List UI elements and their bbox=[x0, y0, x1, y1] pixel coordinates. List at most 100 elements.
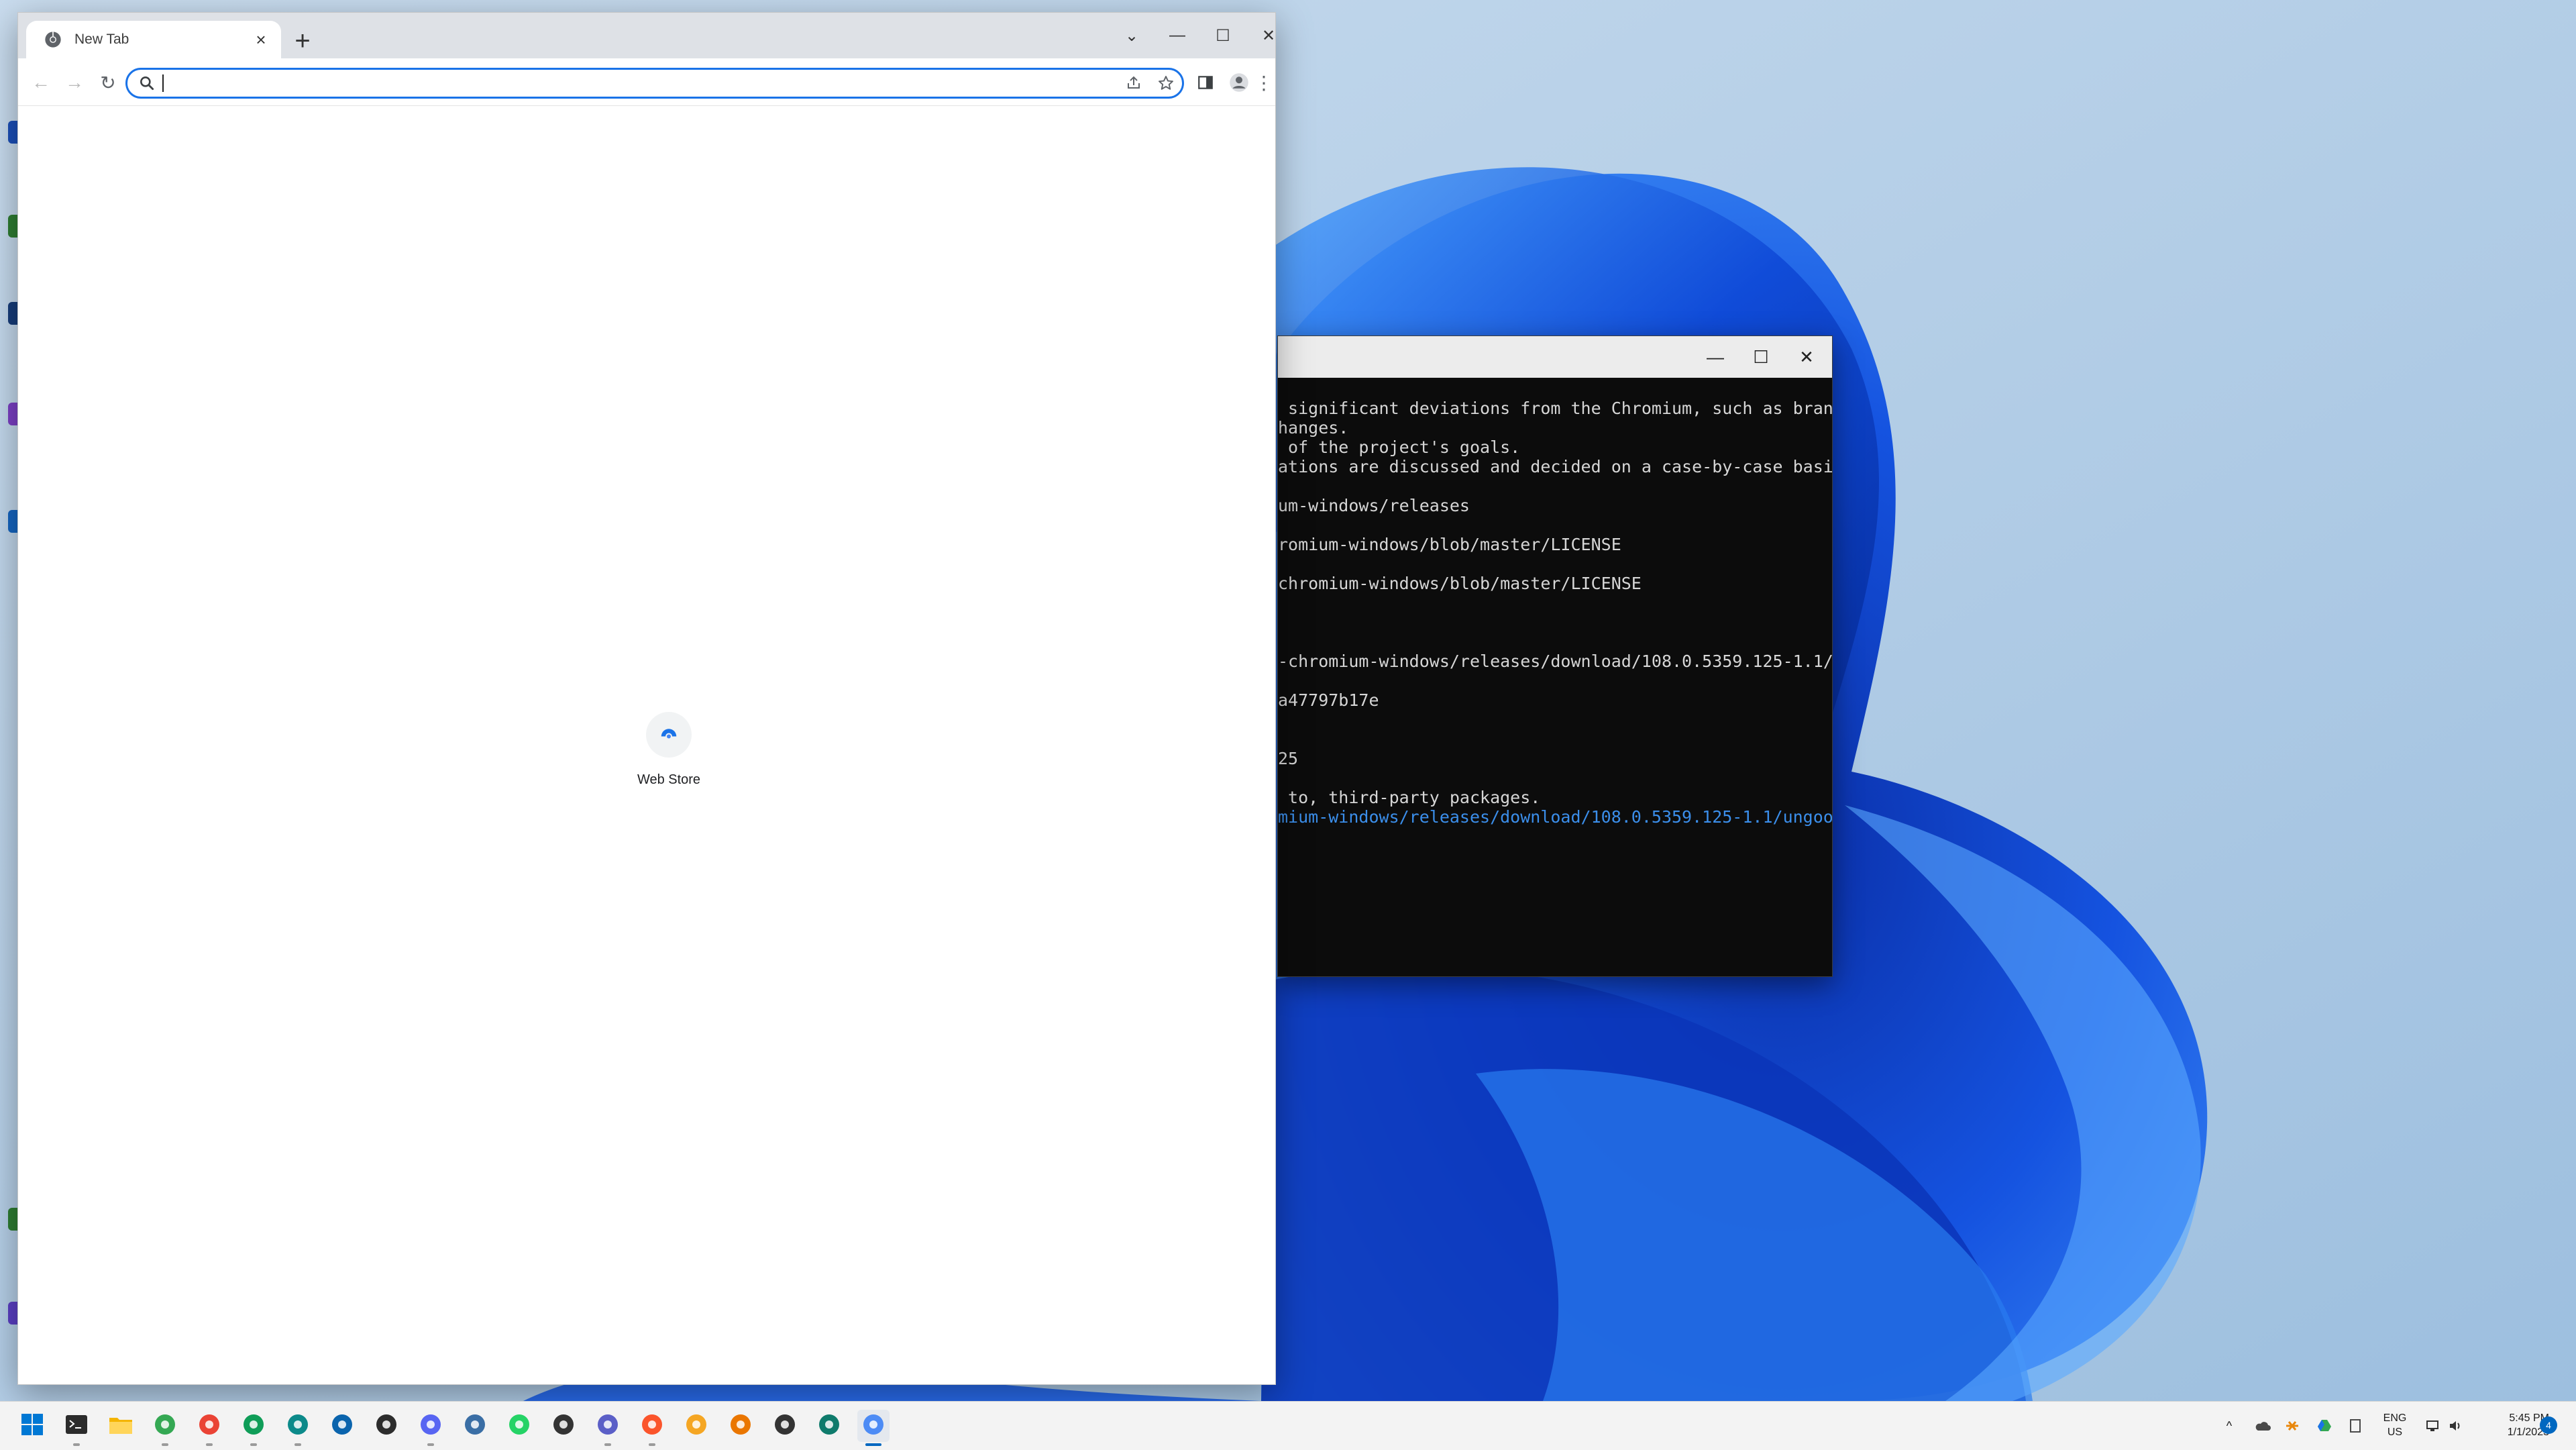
chrome-beta-icon bbox=[198, 1413, 221, 1439]
menu-button[interactable]: ⋮ bbox=[1254, 65, 1274, 100]
start-icon bbox=[21, 1413, 44, 1439]
edge-dev-icon bbox=[818, 1413, 841, 1439]
close-button[interactable]: ✕ bbox=[1246, 13, 1291, 58]
taskbar-brave-button[interactable] bbox=[636, 1410, 668, 1446]
minimize-button[interactable]: — bbox=[1155, 13, 1200, 58]
tab-new-tab[interactable]: New Tab × bbox=[26, 21, 281, 58]
taskbar-chromium-button[interactable] bbox=[857, 1410, 890, 1446]
taskbar-file-explorer-button[interactable] bbox=[105, 1410, 137, 1442]
maximize-button[interactable]: ☐ bbox=[1738, 336, 1784, 378]
back-button[interactable]: ← bbox=[23, 65, 58, 100]
mail-icon bbox=[331, 1413, 354, 1439]
language-indicator[interactable]: ENG US bbox=[2375, 1411, 2415, 1439]
address-input[interactable] bbox=[166, 73, 1118, 93]
browser-window[interactable]: New Tab × + ⌄ — ☐ ✕ ← → ↻ ⋮ Web Store bbox=[17, 12, 1276, 1385]
taskbar-github-desktop-button[interactable] bbox=[547, 1410, 580, 1442]
running-indicator bbox=[649, 1443, 655, 1446]
duck-icon bbox=[685, 1413, 708, 1439]
terminal-line: a47797b17e bbox=[1278, 690, 1379, 710]
tab-search-button[interactable]: ⌄ bbox=[1109, 13, 1155, 58]
new-tab-button[interactable]: + bbox=[285, 23, 320, 58]
taskbar-chrome-button[interactable] bbox=[149, 1410, 181, 1446]
terminal-line[interactable]: mium-windows/releases/download/108.0.535… bbox=[1278, 807, 1832, 827]
taskbar-chrome-beta-button[interactable] bbox=[193, 1410, 225, 1446]
region-label: US bbox=[2387, 1427, 2403, 1438]
image-viewer-icon bbox=[464, 1413, 486, 1439]
taskbar-teams-button[interactable] bbox=[592, 1410, 624, 1446]
blender-icon bbox=[729, 1413, 752, 1439]
taskbar-blender-button[interactable] bbox=[724, 1410, 757, 1442]
bookmark-star-icon[interactable] bbox=[1150, 70, 1182, 97]
clock-date: 1/1/2023 bbox=[2507, 1427, 2549, 1438]
taskbar-edge-button[interactable] bbox=[282, 1410, 314, 1446]
forward-button[interactable]: → bbox=[57, 65, 92, 100]
taskbar-whatsapp-button[interactable] bbox=[503, 1410, 535, 1442]
taskbar-media-player-button[interactable] bbox=[769, 1410, 801, 1442]
notification-badge[interactable]: 4 bbox=[2540, 1416, 2557, 1434]
clock[interactable]: 5:45 PM 1/1/2023 bbox=[2469, 1411, 2549, 1439]
terminal-line: significant deviations from the Chromium… bbox=[1278, 399, 1832, 418]
terminal-icon bbox=[65, 1414, 88, 1438]
terminal-line: of the project's goals. bbox=[1278, 437, 1521, 457]
running-indicator bbox=[162, 1443, 168, 1446]
taskbar-image-viewer-button[interactable] bbox=[459, 1410, 491, 1442]
terminal-window[interactable]: — ☐ ✕ significant deviations from the Ch… bbox=[1277, 335, 1833, 977]
address-bar[interactable] bbox=[125, 68, 1184, 99]
clock-time: 5:45 PM bbox=[2509, 1412, 2549, 1424]
taskbar-start-button[interactable] bbox=[16, 1410, 48, 1442]
taskbar-chrome-canary-button[interactable] bbox=[237, 1410, 270, 1446]
tray-app-icon[interactable] bbox=[2344, 1414, 2367, 1438]
shortcut-label: Web Store bbox=[637, 772, 701, 787]
maximize-button[interactable]: ☐ bbox=[1200, 13, 1246, 58]
store-icon bbox=[375, 1413, 398, 1439]
show-hidden-icons-button[interactable]: ^ bbox=[2219, 1414, 2239, 1438]
running-indicator bbox=[206, 1443, 213, 1446]
whatsapp-icon bbox=[508, 1413, 531, 1439]
profile-avatar-icon[interactable] bbox=[1222, 65, 1256, 100]
taskbar-duck-button[interactable] bbox=[680, 1410, 712, 1442]
browser-toolbar: ← → ↻ ⋮ bbox=[18, 58, 1275, 106]
discord-icon bbox=[419, 1413, 442, 1439]
taskbar-discord-button[interactable] bbox=[415, 1410, 447, 1446]
tab-close-icon[interactable]: × bbox=[246, 25, 276, 54]
tab-title: New Tab bbox=[74, 32, 129, 47]
share-icon[interactable] bbox=[1118, 70, 1150, 97]
terminal-line: 25 bbox=[1278, 749, 1299, 768]
taskbar-terminal-button[interactable] bbox=[60, 1410, 93, 1446]
close-button[interactable]: ✕ bbox=[1784, 336, 1829, 378]
github-desktop-icon bbox=[552, 1413, 575, 1439]
running-indicator bbox=[865, 1443, 881, 1446]
volume-icon[interactable] bbox=[2446, 1414, 2466, 1438]
side-panel-icon[interactable] bbox=[1188, 65, 1223, 100]
minimize-button[interactable]: — bbox=[1693, 336, 1738, 378]
search-icon bbox=[140, 76, 154, 91]
taskbar-mail-button[interactable] bbox=[326, 1410, 358, 1442]
app-tray-icon[interactable] bbox=[2281, 1414, 2304, 1438]
drive-icon[interactable] bbox=[2313, 1414, 2336, 1438]
running-indicator bbox=[250, 1443, 257, 1446]
shortcut-web-store[interactable]: Web Store bbox=[602, 712, 736, 788]
running-indicator bbox=[604, 1443, 611, 1446]
onedrive-icon[interactable] bbox=[2251, 1414, 2274, 1438]
chromium-icon bbox=[862, 1413, 885, 1439]
chrome-icon bbox=[154, 1413, 176, 1439]
reload-button[interactable]: ↻ bbox=[91, 65, 125, 100]
running-indicator bbox=[427, 1443, 434, 1446]
terminal-title-bar[interactable]: — ☐ ✕ bbox=[1278, 336, 1832, 378]
running-indicator bbox=[294, 1443, 301, 1446]
network-icon[interactable] bbox=[2423, 1414, 2443, 1438]
running-indicator bbox=[73, 1443, 80, 1446]
teams-icon bbox=[596, 1413, 619, 1439]
taskbar-edge-dev-button[interactable] bbox=[813, 1410, 845, 1442]
terminal-line: to, third-party packages. bbox=[1278, 788, 1541, 807]
terminal-output[interactable]: significant deviations from the Chromium… bbox=[1278, 379, 1832, 976]
media-player-icon bbox=[773, 1413, 796, 1439]
taskbar-store-button[interactable] bbox=[370, 1410, 402, 1442]
tab-strip[interactable]: New Tab × + ⌄ — ☐ ✕ bbox=[18, 13, 1275, 58]
